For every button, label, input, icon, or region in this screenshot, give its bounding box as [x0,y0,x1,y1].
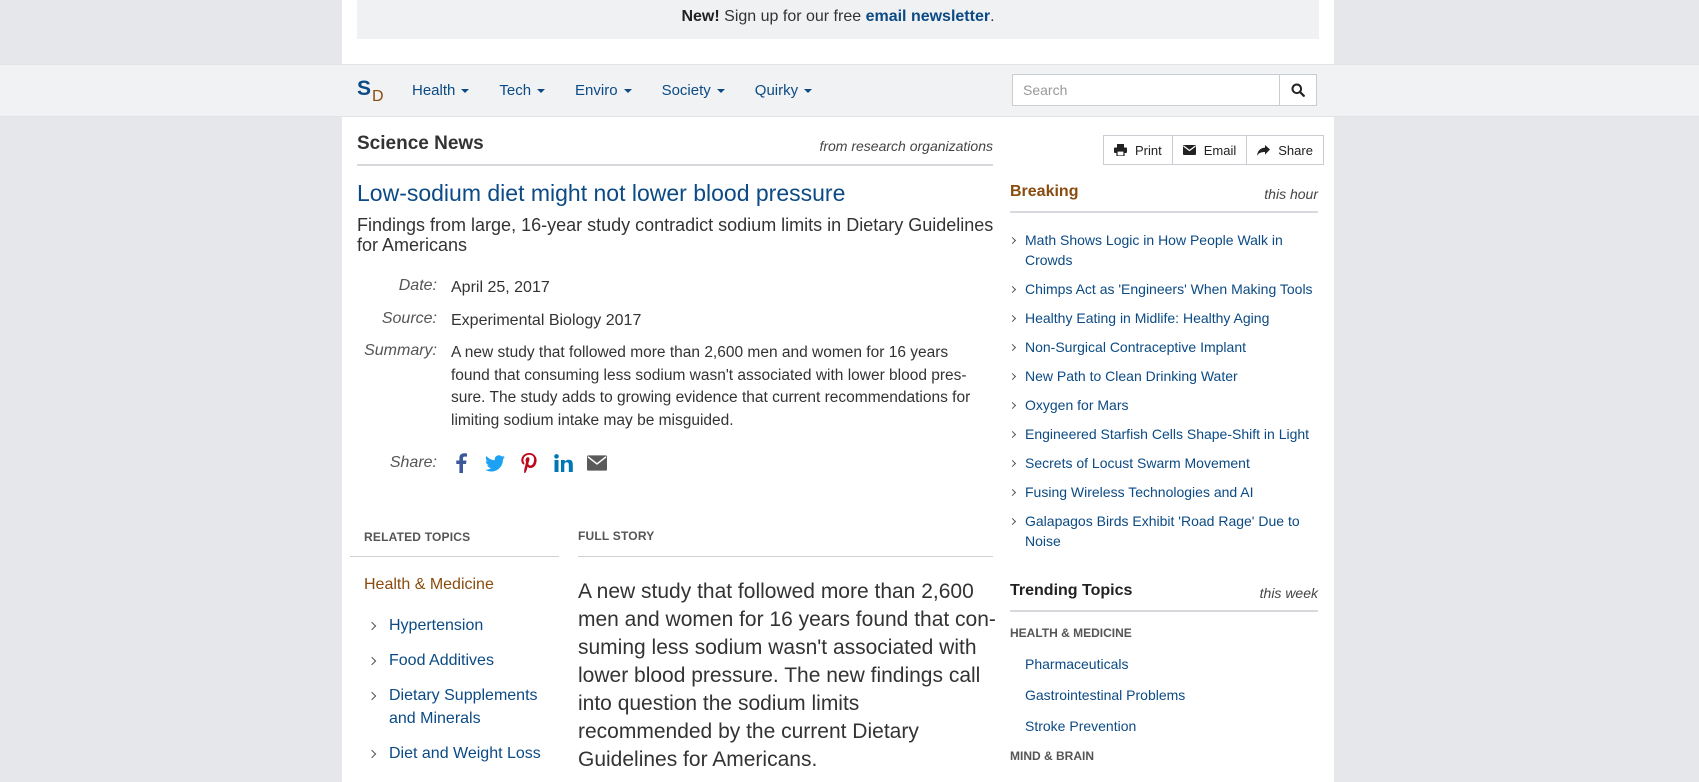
chevron-down-icon [716,88,725,93]
linkedin-icon[interactable] [553,452,573,474]
email-label: Email [1203,142,1237,158]
logo-s: S [357,77,372,100]
related-topic-item[interactable]: Hypertension [364,614,564,637]
trending-subtitle: this week [1259,585,1318,601]
section-title: Science News [357,133,484,154]
breaking-item[interactable]: Fusing Wireless Technologies and AI [1010,482,1320,502]
nav-label: Health [412,82,456,99]
logo-d: D [372,88,384,105]
newsletter-text: Sign up for our free [724,8,862,25]
share-arrow-icon [1257,144,1271,156]
facebook-icon[interactable] [451,452,471,474]
print-label: Print [1135,142,1162,158]
source-label: Source: [381,310,437,327]
section-header: Science News from research organizations [357,130,993,166]
chevron-down-icon [804,88,813,93]
search-input[interactable] [1013,75,1279,105]
date-value: April 25, 2017 [451,279,550,296]
related-topic-item[interactable]: Food Additives [364,649,564,672]
breaking-item[interactable]: Non-Surgical Contraceptive Implant [1010,337,1320,357]
nav-item-quirky[interactable]: Quirky [754,82,813,99]
nav-item-health[interactable]: Health [412,82,470,99]
navbar [0,64,1699,117]
full-story-heading: FULL STORY [578,529,655,543]
search-button[interactable] [1279,75,1316,105]
story-divider [578,556,993,557]
email-share-icon[interactable] [587,452,607,474]
breaking-item[interactable]: Oxygen for Mars [1010,395,1320,415]
chevron-down-icon [623,88,632,93]
summary-text: A new study that followed more than 2,60… [451,344,971,429]
site-logo[interactable]: SD [357,77,384,105]
printer-icon [1114,144,1127,156]
breaking-item[interactable]: Galapagos Birds Exhibit 'Road Rage' Due … [1010,511,1320,551]
print-button[interactable]: Print [1104,136,1173,164]
pinterest-icon[interactable] [519,452,539,474]
share-icons [451,452,607,474]
article-subtitle: Findings from large, 16-year study contr… [357,215,994,255]
nav-label: Society [661,82,711,99]
email-button[interactable]: Email [1173,136,1248,164]
envelope-icon [1182,145,1196,155]
trending-category-health: HEALTH & MEDICINE [1010,626,1132,640]
summary-label: Summary: [364,342,437,359]
newsletter-suffix: . [990,8,995,25]
newsletter-new-badge: New! [681,8,720,25]
share-label: Share: [389,454,437,471]
search-icon [1291,83,1305,97]
nav-item-tech[interactable]: Tech [499,82,546,99]
nav-item-enviro[interactable]: Enviro [575,82,632,99]
newsletter-link[interactable]: email newsletter [866,8,991,25]
related-category[interactable]: Health & Medicine [364,576,494,594]
trending-title: Trending Topics [1010,582,1133,599]
article-headline: Low-sodium diet might not lower blood pr… [357,180,846,206]
breaking-title: Breaking [1010,183,1079,200]
related-topics-heading: RELATED TOPICS [364,530,471,544]
breaking-news-list: Math Shows Logic in How People Walk in C… [1010,230,1320,560]
chevron-down-icon [537,88,546,93]
nav-label: Enviro [575,82,618,99]
nav-label: Quirky [754,82,799,99]
trending-item[interactable]: Pharmaceuticals [1025,654,1185,674]
trending-topics-list: Pharmaceuticals Gastrointestinal Problem… [1025,654,1185,747]
nav-item-society[interactable]: Society [662,82,725,99]
section-subtitle: from research organizations [819,138,993,154]
related-divider [350,556,559,557]
full-story-text: A new study that followed more than 2,60… [578,580,996,771]
breaking-item[interactable]: Healthy Eating in Midlife: Healthy Aging [1010,308,1320,328]
share-button[interactable]: Share [1247,136,1323,164]
breaking-subtitle: this hour [1264,186,1318,202]
newsletter-banner: New! Sign up for our free email newslett… [357,0,1319,39]
breaking-header: Breaking this hour [1010,181,1318,213]
trending-item[interactable]: Stroke Prevention [1025,716,1185,736]
related-topics-list: Hypertension Food Additives Dietary Supp… [364,614,564,777]
date-label: Date: [398,277,437,294]
trending-item[interactable]: Gastrointestinal Problems [1025,685,1185,705]
related-topic-item[interactable]: Diet and Weight Loss [364,742,564,765]
breaking-item[interactable]: New Path to Clean Drinking Water [1010,366,1320,386]
twitter-icon[interactable] [485,452,505,474]
nav-label: Tech [499,82,532,99]
related-topic-item[interactable]: Dietary Supplements and Minerals [364,684,564,730]
search-box [1012,74,1317,106]
breaking-item[interactable]: Chimps Act as 'Engineers' When Making To… [1010,279,1320,299]
share-label-btn: Share [1278,142,1313,158]
article-tools: Print Email Share [1103,135,1324,165]
breaking-item[interactable]: Math Shows Logic in How People Walk in C… [1010,230,1320,270]
breaking-item[interactable]: Engineered Starfish Cells Shape-Shift in… [1010,424,1320,444]
main-nav: Health Tech Enviro Society Quirky [412,82,842,99]
source-value: Experimental Biology 2017 [451,312,642,329]
chevron-down-icon [461,88,470,93]
trending-category-mind: MIND & BRAIN [1010,749,1094,763]
trending-header: Trending Topics this week [1010,580,1318,612]
breaking-item[interactable]: Secrets of Locust Swarm Movement [1010,453,1320,473]
